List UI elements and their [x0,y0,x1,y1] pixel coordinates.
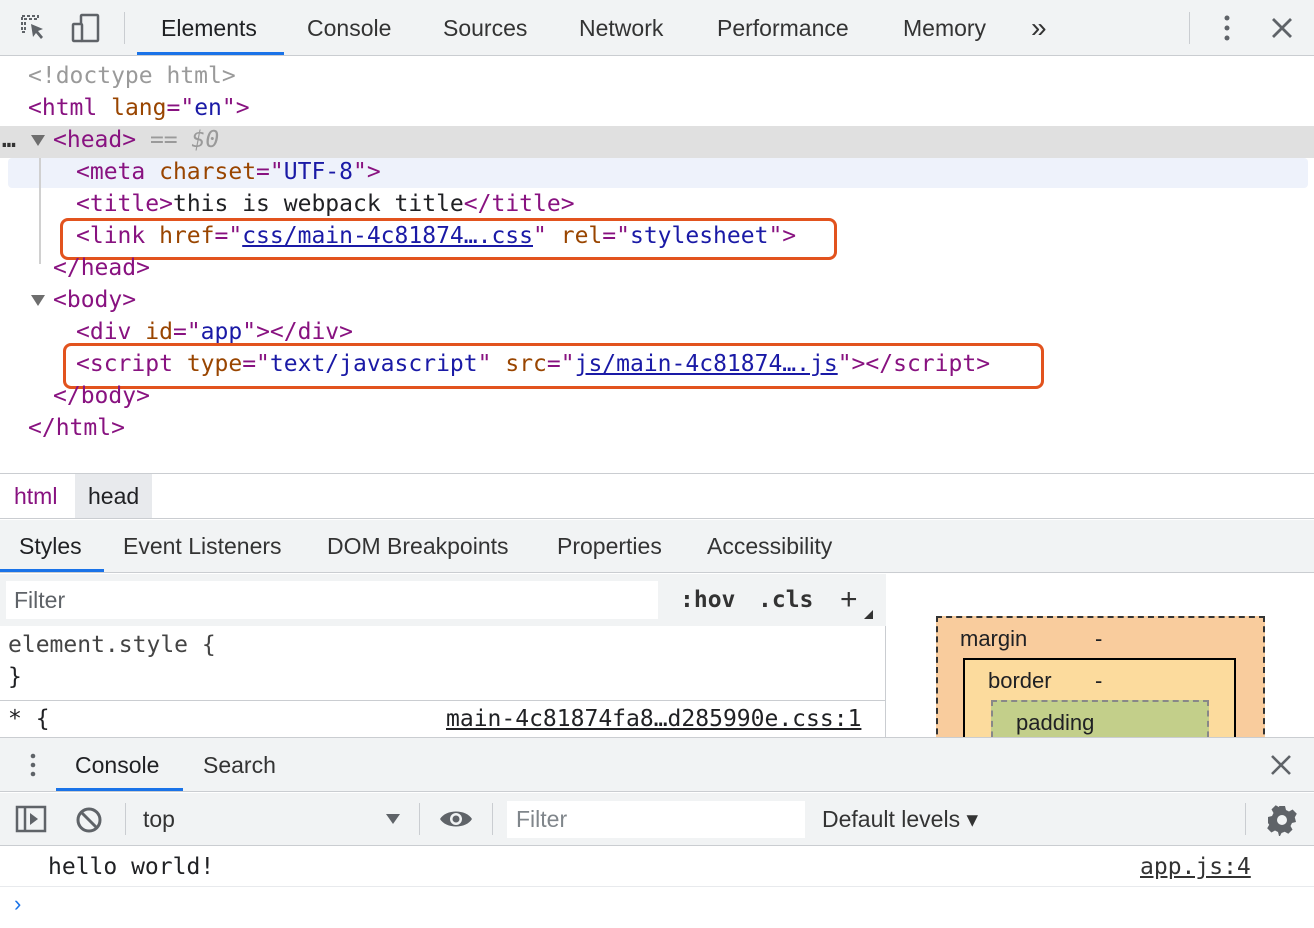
margin-label: margin [960,626,1028,651]
dom-title[interactable]: <title>this is webpack title</title> [76,188,575,220]
more-tabs-button[interactable]: » [1031,0,1047,56]
styles-filter-bar: Filter :hov .cls + [0,574,886,626]
live-expression-eye-icon[interactable] [438,805,474,833]
tab-accessibility[interactable]: Accessibility [707,520,832,572]
breadcrumb-html[interactable]: html [1,474,70,518]
dom-head-close[interactable]: </head> [53,252,150,284]
context-selector[interactable]: top [143,793,175,846]
dom-body-close[interactable]: </body> [53,380,150,412]
drawer-menu-icon[interactable] [21,751,45,779]
expand-head-toggle[interactable] [31,135,45,146]
console-settings-gear-icon[interactable] [1266,804,1298,836]
breadcrumb-head[interactable]: head [75,474,153,518]
highlight-box-script [63,343,1044,389]
console-drawer: Console Search top Filter Default levels… [0,737,1314,928]
hov-button[interactable]: :hov [680,581,735,619]
console-filter-input[interactable]: Filter [507,801,805,838]
device-toolbar-icon[interactable] [70,12,102,44]
box-model: margin - border - padding [887,574,1314,737]
element-style-selector[interactable]: element.style { [8,632,216,658]
border-value[interactable]: - [1095,668,1102,694]
tab-performance[interactable]: Performance [717,0,849,56]
breadcrumb: html head [0,473,1314,519]
node-ellipsis[interactable]: … [2,124,16,156]
universal-selector[interactable]: * { [8,706,50,732]
context-dropdown-icon[interactable] [385,813,401,825]
tab-console[interactable]: Console [307,0,391,56]
dom-body-open[interactable]: <body> [53,284,136,316]
stylesheet-source-link[interactable]: main-4c81874fa8…d285990e.css:1 [446,706,861,732]
tab-network[interactable]: Network [579,0,663,56]
console-message-text: hello world! [48,854,215,880]
dom-html-close[interactable]: </html> [28,412,125,444]
tree-guide-line [39,158,41,264]
tab-styles[interactable]: Styles [19,520,82,572]
styles-filter-input[interactable]: Filter [6,581,658,619]
corner-triangle-icon [864,610,873,619]
dom-doctype[interactable]: <!doctype html> [28,60,236,92]
dom-tree: <!doctype html> <html lang="en"> … <head… [0,57,1314,472]
element-style-close: } [8,664,22,690]
dom-head-open[interactable]: <head> == $0 [53,124,219,156]
log-levels-dropdown[interactable]: Default levels ▾ [822,793,978,846]
expand-body-toggle[interactable] [31,295,45,306]
close-devtools-icon[interactable] [1266,12,1298,44]
clear-console-icon[interactable] [74,805,104,835]
active-tab-indicator [137,52,284,55]
tab-memory[interactable]: Memory [903,0,986,56]
cls-button[interactable]: .cls [758,581,813,619]
console-toolbar: top Filter Default levels ▾ [0,793,1314,846]
dom-html-open[interactable]: <html lang="en"> [28,92,250,124]
highlight-box-link [60,218,837,260]
border-label: border [988,668,1052,693]
tab-sources[interactable]: Sources [443,0,527,56]
console-message-row: hello world! app.js:4 [0,847,1314,887]
tab-dom-breakpoints[interactable]: DOM Breakpoints [327,520,509,572]
inspect-element-icon[interactable] [18,12,50,44]
active-drawer-tab-indicator [56,788,183,791]
close-drawer-icon[interactable] [1268,752,1294,778]
tab-event-listeners[interactable]: Event Listeners [123,520,282,572]
message-source-link[interactable]: app.js:4 [1140,847,1251,887]
styles-pane: Filter :hov .cls + element.style { } * {… [0,574,886,737]
active-subtab-indicator [0,569,104,572]
drawer-tab-search[interactable]: Search [203,738,276,792]
sidebar-tabs: Styles Event Listeners DOM Breakpoints P… [0,520,1314,573]
tab-properties[interactable]: Properties [557,520,662,572]
margin-value[interactable]: - [1095,626,1102,652]
show-sidebar-icon[interactable] [15,805,47,833]
dom-meta[interactable]: <meta charset="UTF-8"> [76,156,381,188]
drawer-tabs: Console Search [0,738,1314,792]
add-rule-button[interactable]: + [840,581,858,619]
tab-elements[interactable]: Elements [161,0,257,56]
console-prompt[interactable]: › [14,889,34,919]
drawer-tab-console[interactable]: Console [75,738,159,792]
kebab-menu-icon[interactable] [1211,12,1243,44]
devtools-toolbar: Elements Console Sources Network Perform… [0,0,1314,56]
padding-label: padding [1016,710,1095,735]
